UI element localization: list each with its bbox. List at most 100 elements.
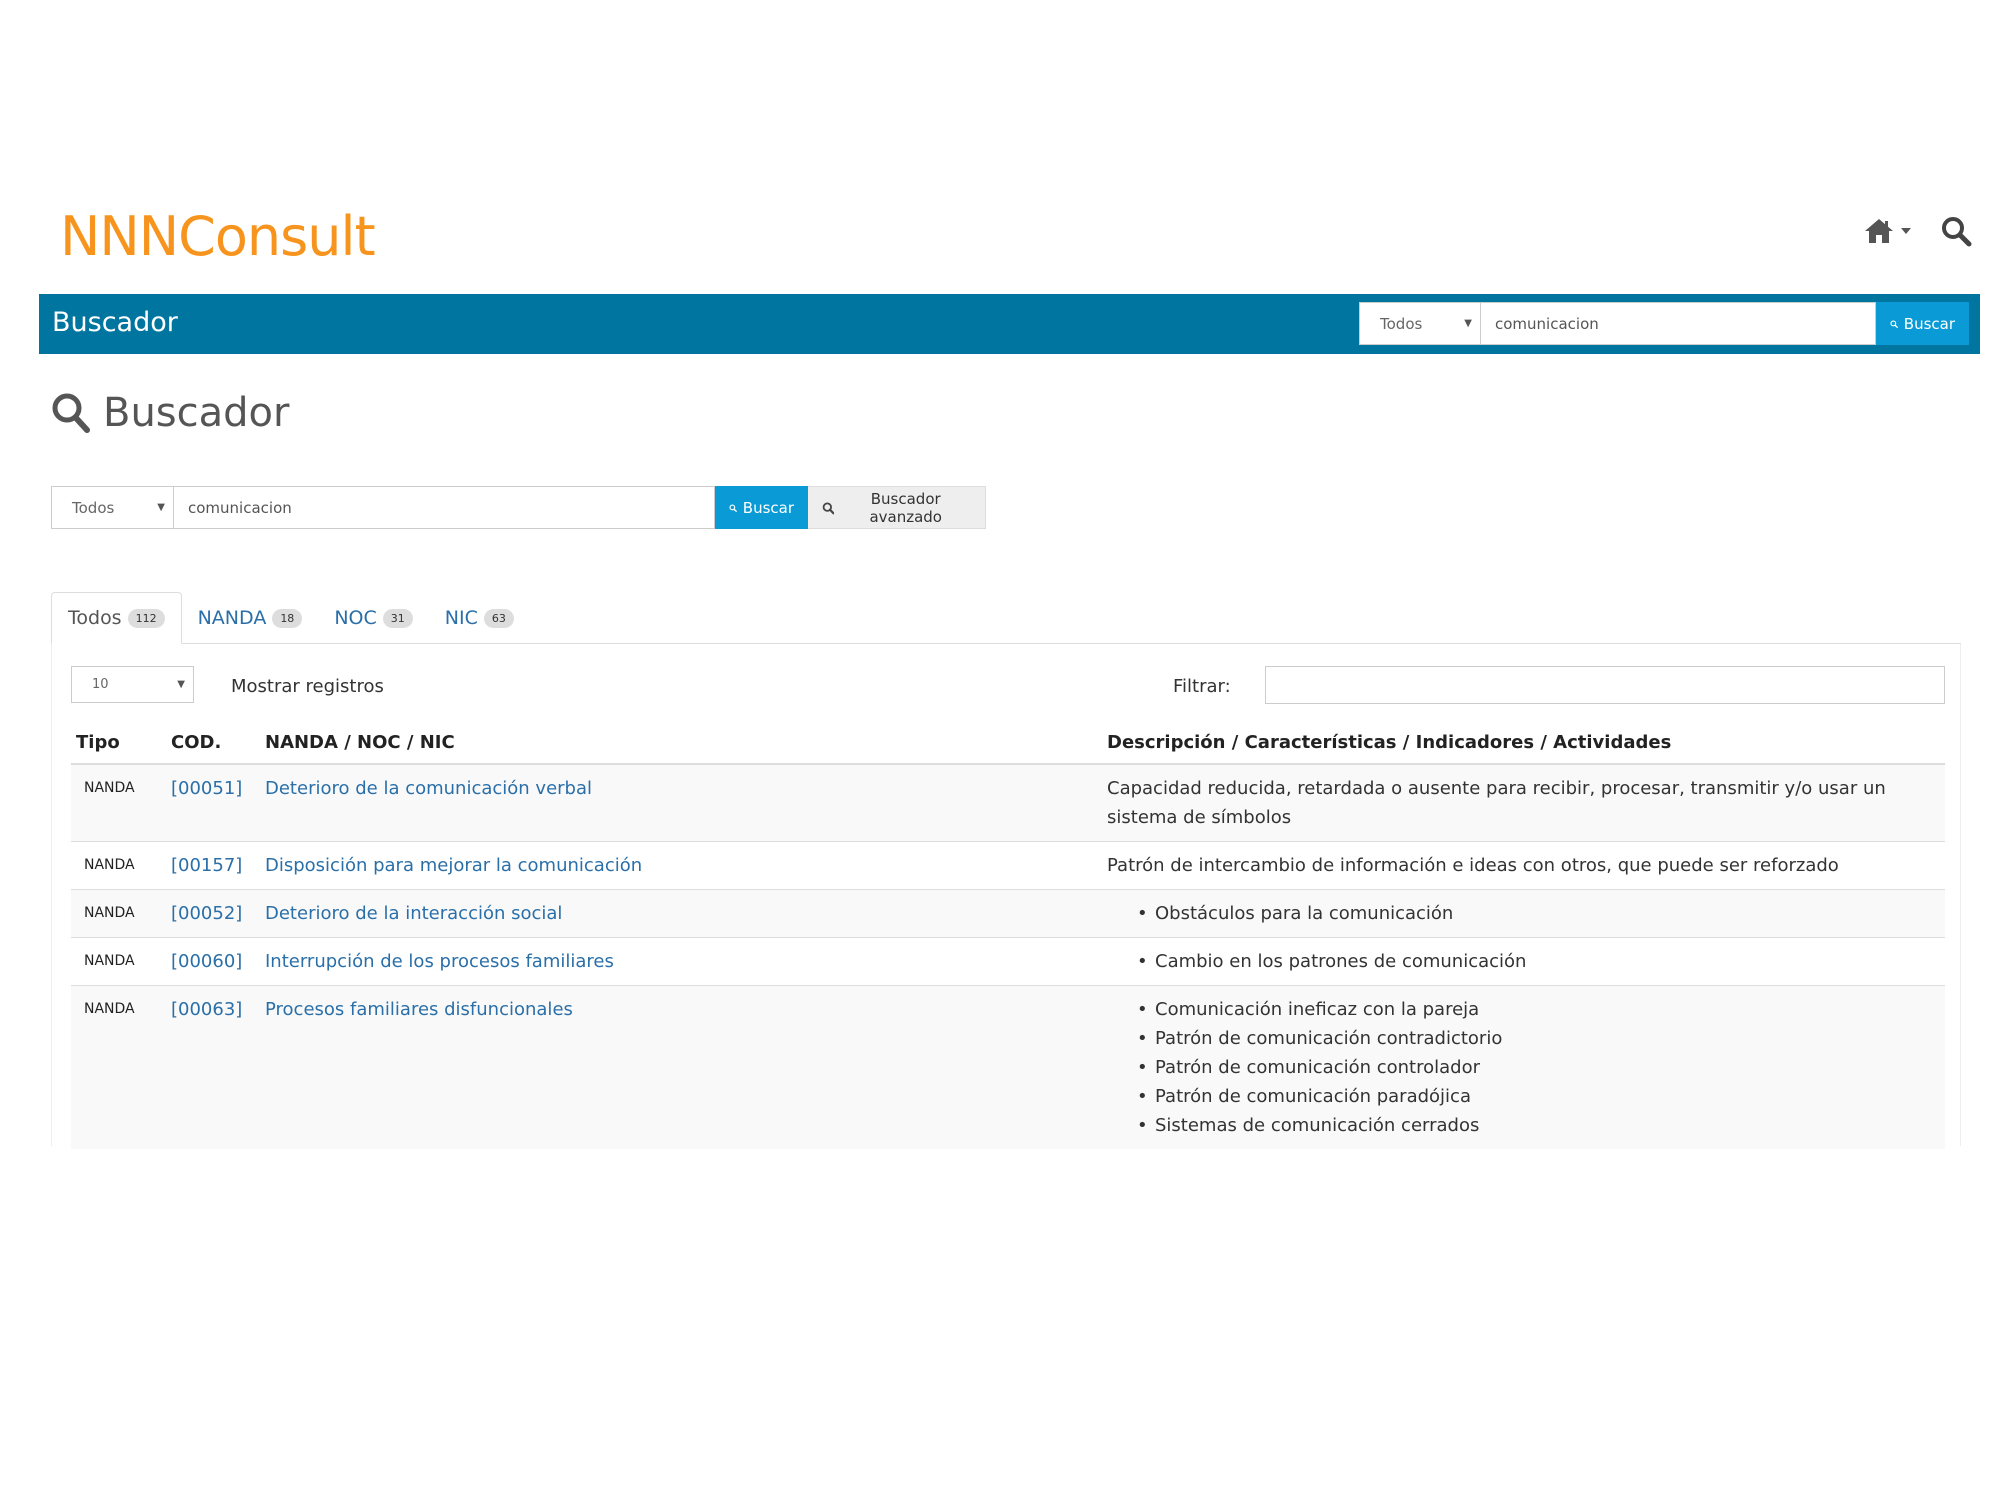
main-category-select[interactable]: Todos ▼ [51, 486, 174, 529]
results-table: Tipo COD. NANDA / NOC / NIC Descripción … [71, 724, 1945, 1149]
home-icon [1865, 219, 1893, 243]
row-name-link[interactable]: Interrupción de los procesos familiares [265, 951, 614, 972]
row-code-cell: [00157] [166, 841, 260, 890]
logo[interactable]: NNNConsult [60, 205, 376, 268]
records-length-value: 10 [92, 677, 109, 692]
tab-count-badge: 63 [483, 608, 514, 628]
row-name-link[interactable]: Deterioro de la interacción social [265, 903, 562, 924]
bar-search-button[interactable]: Buscar [1876, 302, 1969, 345]
column-header-description[interactable]: Descripción / Características / Indicado… [1102, 724, 1945, 765]
row-description: Comunicación ineficaz con la pareja Patr… [1102, 985, 1945, 1149]
row-code-link[interactable]: [00052] [171, 903, 242, 924]
bar-search-form: Todos ▼ Buscar [1359, 302, 1969, 345]
advanced-search-button[interactable]: Buscador avanzado [808, 486, 986, 529]
top-search-bar: Buscador Todos ▼ Buscar [39, 294, 1980, 354]
column-header-code[interactable]: COD. [166, 724, 260, 765]
tab-count-badge: 18 [272, 608, 303, 628]
row-name-cell: Deterioro de la comunicación verbal [260, 763, 1102, 842]
description-list: Obstáculos para la comunicación [1107, 899, 1940, 928]
tab-count-badge: 31 [382, 608, 413, 628]
records-length-label: Mostrar registros [231, 676, 384, 697]
table-row: NANDA [00063] Procesos familiares disfun… [71, 985, 1945, 1149]
row-code-link[interactable]: [00157] [171, 855, 242, 876]
row-type: NANDA [71, 841, 166, 890]
tab-label: Todos [68, 607, 122, 629]
row-name-link[interactable]: Deterioro de la comunicación verbal [265, 778, 592, 799]
tab-label: NANDA [197, 607, 267, 629]
results-panel: 10 ▼ Mostrar registros Filtrar: Tipo COD… [51, 644, 1961, 1149]
search-icon[interactable] [1940, 215, 1972, 247]
tab-label: NOC [334, 607, 377, 629]
row-type: NANDA [71, 937, 166, 986]
tab-noc[interactable]: NOC 31 [318, 592, 428, 644]
row-code-cell: [00060] [166, 937, 260, 986]
chevron-down-icon: ▼ [157, 502, 165, 513]
row-code-cell: [00063] [166, 985, 260, 1149]
row-name-link[interactable]: Disposición para mejorar la comunicación [265, 855, 642, 876]
row-description: Capacidad reducida, retardada o ausente … [1102, 763, 1945, 842]
description-item: Obstáculos para la comunicación [1137, 899, 1940, 928]
table-row: NANDA [00052] Deterioro de la interacció… [71, 889, 1945, 938]
main-search-input[interactable] [174, 486, 715, 529]
search-icon [822, 501, 835, 514]
page-title-text: Buscador [103, 390, 290, 436]
tab-nic[interactable]: NIC 63 [429, 592, 530, 644]
row-name-cell: Disposición para mejorar la comunicación [260, 841, 1102, 890]
description-item: Comunicación ineficaz con la pareja [1137, 995, 1940, 1024]
filter-label: Filtrar: [1173, 676, 1231, 697]
description-list: Comunicación ineficaz con la pareja Patr… [1107, 995, 1940, 1140]
bar-search-button-label: Buscar [1903, 314, 1955, 333]
table-header-row: Tipo COD. NANDA / NOC / NIC Descripción … [71, 724, 1945, 765]
top-icons [1864, 215, 1972, 247]
row-description: Obstáculos para la comunicación [1102, 889, 1945, 938]
page: NNNConsult Buscador Todos ▼ comunicacion… [0, 0, 2000, 1500]
result-tabs: Todos 112 NANDA 18 NOC 31 NIC 63 [51, 592, 530, 644]
description-item: Patrón de comunicación paradójica [1137, 1082, 1940, 1111]
description-item: Sistemas de comunicación cerrados [1137, 1111, 1940, 1140]
home-menu-button[interactable] [1864, 218, 1912, 244]
tab-count-badge: 112 [127, 608, 165, 628]
row-name-cell: Interrupción de los procesos familiares [260, 937, 1102, 986]
row-description: Cambio en los patrones de comunicación [1102, 937, 1945, 986]
main-search-button-label: Buscar [742, 498, 794, 517]
main-search-form: Todos ▼ Buscar Buscador avanzado [51, 486, 986, 529]
page-title: Buscador [51, 390, 289, 436]
row-type: NANDA [71, 763, 166, 842]
row-code-cell: [00052] [166, 889, 260, 938]
main-search-button[interactable]: Buscar [715, 486, 808, 529]
bar-search-input[interactable] [1481, 302, 1876, 345]
description-item: Patrón de comunicación contradictorio [1137, 1024, 1940, 1053]
description-list: Cambio en los patrones de comunicación [1107, 947, 1940, 976]
description-item: Patrón de comunicación controlador [1137, 1053, 1940, 1082]
tab-todos[interactable]: Todos 112 [51, 592, 182, 644]
table-row: NANDA [00157] Disposición para mejorar l… [71, 841, 1945, 890]
bar-category-value: Todos [1380, 314, 1423, 333]
table-row: NANDA [00051] Deterioro de la comunicaci… [71, 763, 1945, 842]
caret-down-icon [1901, 228, 1911, 234]
row-code-link[interactable]: [00063] [171, 999, 242, 1020]
row-name-link[interactable]: Procesos familiares disfuncionales [265, 999, 573, 1020]
column-header-name[interactable]: NANDA / NOC / NIC [260, 724, 1102, 765]
tab-label: NIC [444, 607, 478, 629]
tab-nanda[interactable]: NANDA 18 [182, 592, 319, 644]
search-icon [1890, 320, 1898, 328]
row-description: Patrón de intercambio de información e i… [1102, 841, 1945, 890]
row-type: NANDA [71, 889, 166, 938]
row-type: NANDA [71, 985, 166, 1149]
column-header-tipo[interactable]: Tipo [71, 724, 166, 765]
row-code-link[interactable]: [00051] [171, 778, 242, 799]
filter-input[interactable] [1265, 666, 1945, 704]
chevron-down-icon: ▼ [177, 679, 185, 690]
main-category-value: Todos [72, 498, 115, 517]
row-name-cell: Deterioro de la interacción social [260, 889, 1102, 938]
bar-category-select[interactable]: Todos ▼ [1359, 302, 1481, 345]
records-length-select[interactable]: 10 ▼ [71, 666, 194, 703]
search-icon [52, 393, 90, 433]
row-name-cell: Procesos familiares disfuncionales [260, 985, 1102, 1149]
bar-title: Buscador [52, 307, 178, 338]
search-icon [729, 504, 737, 512]
table-row: NANDA [00060] Interrupción de los proces… [71, 937, 1945, 986]
row-code-cell: [00051] [166, 763, 260, 842]
row-code-link[interactable]: [00060] [171, 951, 242, 972]
description-item: Cambio en los patrones de comunicación [1137, 947, 1940, 976]
